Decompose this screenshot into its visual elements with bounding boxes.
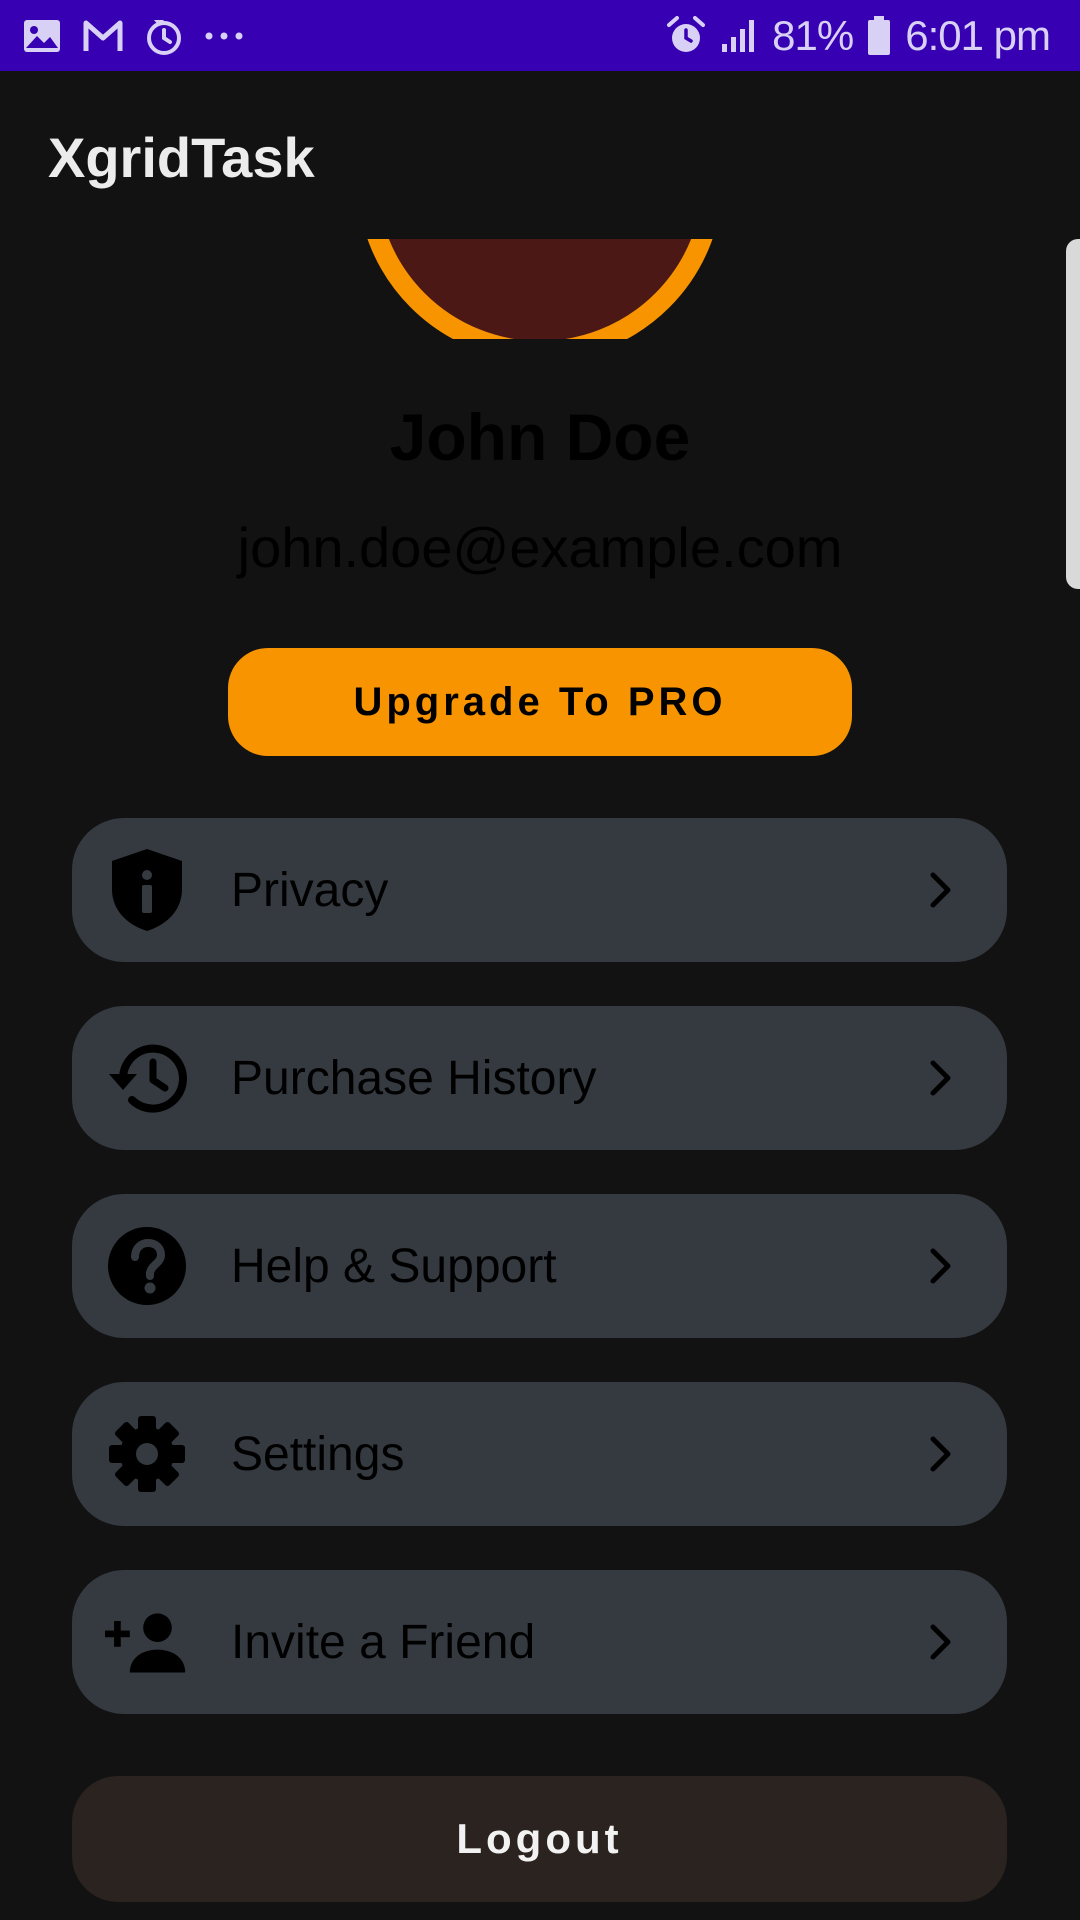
chevron-right-icon [930,1060,951,1096]
gear-icon [105,1412,189,1496]
app-bar: XgridTask [0,71,1080,239]
status-bar: 81% 6:01 pm [0,0,1080,71]
avatar[interactable] [357,239,723,339]
sync-icon [147,19,181,55]
clock: 6:01 pm [905,11,1051,59]
gmail-icon [83,20,123,51]
battery-icon [868,15,891,55]
help-icon [105,1224,189,1308]
menu-item-label: Settings [231,1427,405,1481]
user-name: John Doe [389,400,691,474]
menu-item-label: Help & Support [231,1239,557,1293]
menu-item-privacy[interactable]: Privacy [72,818,1007,962]
status-right: 81% 6:01 pm [666,11,1051,60]
signal-icon [722,19,755,52]
menu-item-invite-friend[interactable]: Invite a Friend [72,1570,1007,1714]
user-email: john.doe@example.com [237,516,843,579]
chevron-right-icon [930,1624,951,1660]
menu-item-label: Invite a Friend [231,1615,536,1669]
chevron-right-icon [930,1436,951,1472]
logout-button[interactable]: Logout [72,1776,1007,1902]
avatar-clip [0,239,1080,339]
history-icon [105,1036,189,1120]
menu-item-label: Purchase History [231,1051,597,1105]
menu-item-purchase-history[interactable]: Purchase History [72,1006,1007,1150]
profile-content[interactable]: John Doe john.doe@example.com Upgrade To… [0,239,1080,1920]
add-person-icon [105,1600,189,1684]
battery-percent: 81% [772,11,854,59]
alarm-icon [667,15,706,52]
more-dots-icon [205,32,243,39]
upgrade-pro-button[interactable]: Upgrade To PRO [228,648,852,756]
image-icon [24,19,60,52]
app-title: XgridTask [48,126,315,189]
status-left [22,16,244,56]
menu-item-label: Privacy [231,863,389,917]
chevron-right-icon [930,872,951,908]
menu-item-help-support[interactable]: Help & Support [72,1194,1007,1338]
chevron-right-icon [930,1248,951,1284]
menu-item-settings[interactable]: Settings [72,1382,1007,1526]
privacy-shield-icon [105,848,189,932]
